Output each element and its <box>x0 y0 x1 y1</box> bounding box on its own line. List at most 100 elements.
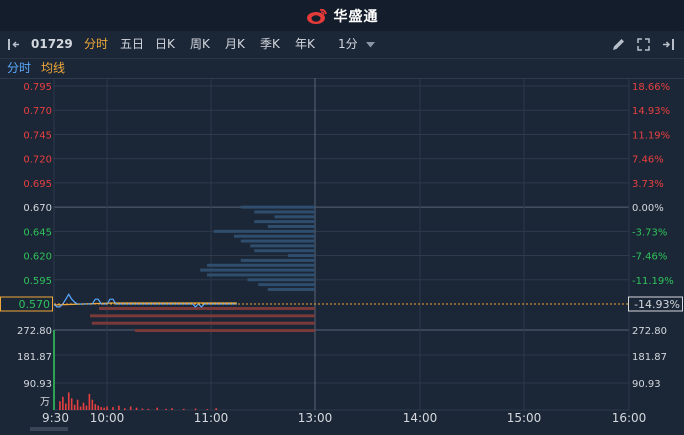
time-axis-label: 11:00 <box>194 411 229 425</box>
ask-depth-bar <box>234 234 315 238</box>
volume-bar <box>215 408 217 410</box>
percent-axis-label: -11.19% <box>632 276 674 287</box>
ask-depth-bar <box>254 220 315 224</box>
volume-bar <box>100 407 102 410</box>
volume-bar <box>112 407 114 410</box>
volume-bar <box>165 408 167 410</box>
time-axis-label: 9:30 <box>42 411 69 425</box>
percent-axis-label: 14.93% <box>632 106 670 117</box>
volume-bar <box>53 330 55 410</box>
current-percent-label: -14.93% <box>634 298 680 311</box>
volume-bar <box>79 406 82 410</box>
volume-unit-label: 万 <box>40 397 50 408</box>
bid-depth-bar <box>135 329 315 333</box>
volume-bar <box>91 399 94 410</box>
percent-axis-label: 7.46% <box>632 155 664 166</box>
tab-daily-k[interactable]: 日K <box>155 31 175 58</box>
volume-bar <box>64 403 67 410</box>
volume-bar <box>147 408 150 410</box>
price-axis-label: 0.695 <box>23 179 52 190</box>
percent-axis-label: 0.00% <box>632 203 664 214</box>
interval-value: 1分 <box>338 37 358 51</box>
expand-icon[interactable] <box>635 36 652 53</box>
brand-name: 华盛通 <box>333 8 379 25</box>
time-axis-label: 13:00 <box>298 411 333 425</box>
collapse-sidebar-icon[interactable] <box>6 36 23 53</box>
volume-bar <box>59 401 61 410</box>
volume-bar <box>156 407 159 410</box>
volume-bar <box>106 406 108 410</box>
volume-bar <box>141 408 144 410</box>
volume-bar <box>171 408 173 410</box>
percent-axis-label: 18.66% <box>632 82 670 93</box>
ask-depth-bar <box>207 273 315 277</box>
brand: 华盛通 <box>0 0 684 31</box>
ask-depth-bar <box>250 244 315 248</box>
volume-bar <box>82 402 85 410</box>
tab-yearly-k[interactable]: 年K <box>295 31 315 58</box>
volume-bar <box>88 393 91 410</box>
ask-depth-bar <box>213 229 315 233</box>
ask-depth-bar <box>240 258 315 262</box>
ask-depth-bar <box>267 287 315 291</box>
intraday-chart[interactable]: 0.795 0.770 0.745 0.720 0.695 0.670 0.645 0.620… <box>0 78 684 431</box>
volume-bar <box>206 409 209 410</box>
time-axis-label: 16:00 <box>612 411 647 425</box>
bid-depth-bar <box>91 321 315 325</box>
volume-axis-label: 272.80 <box>17 326 52 337</box>
tab-intraday[interactable]: 分时 <box>84 31 108 58</box>
time-axis-label: 14:00 <box>403 411 438 425</box>
intraday-chart-svg: 0.795 0.770 0.745 0.720 0.695 0.670 0.645 0.620… <box>0 78 684 431</box>
chart-legend: 分时 均线 <box>0 59 684 78</box>
volume-axis-right-label: 272.80 <box>632 326 667 337</box>
volume-bar <box>94 404 97 410</box>
tab-quarterly-k[interactable]: 季K <box>260 31 280 58</box>
volume-axis-right-label: 181.87 <box>632 352 667 363</box>
ask-depth-bar <box>258 283 315 287</box>
volume-axis-right-label: 90.93 <box>632 379 661 390</box>
stock-code: 01729 <box>31 37 73 51</box>
ask-depth-bar <box>247 278 315 282</box>
tab-monthly-k[interactable]: 月K <box>225 31 245 58</box>
interval-select[interactable]: 1分 <box>338 31 376 58</box>
volume-bar <box>135 407 138 410</box>
pencil-icon[interactable] <box>610 36 627 53</box>
volume-axis-label: 90.93 <box>23 379 52 390</box>
volume-bar <box>62 396 64 410</box>
ask-depth-bar <box>267 224 315 228</box>
ask-depth-bar <box>240 205 315 209</box>
tab-weekly-k[interactable]: 周K <box>190 31 210 58</box>
intraday-price-line <box>53 293 237 308</box>
volume-bar <box>67 392 70 410</box>
volume-bar <box>129 406 132 410</box>
time-axis-label: 10:00 <box>90 411 125 425</box>
price-axis-label: 0.795 <box>23 82 52 93</box>
price-axis-label: 0.770 <box>23 106 52 117</box>
price-axis-label: 0.595 <box>23 276 52 287</box>
percent-axis-label: -3.73% <box>632 227 667 238</box>
current-price-label: 0.570 <box>19 298 51 311</box>
expand-sidebar-icon[interactable] <box>660 36 677 53</box>
volume-bar <box>76 399 79 410</box>
ask-depth-bar <box>200 268 315 272</box>
volume-bar <box>123 408 126 410</box>
price-axis-label: 0.720 <box>23 155 52 166</box>
volume-bar <box>73 404 76 410</box>
ask-depth-bar <box>240 239 315 243</box>
price-axis-label: 0.620 <box>23 252 52 263</box>
tab-five-day[interactable]: 五日 <box>120 31 144 58</box>
volume-bar <box>97 405 100 410</box>
legend-price-line: 分时 <box>7 61 32 75</box>
volume-bar <box>182 408 185 410</box>
ask-depth-bar <box>254 210 315 214</box>
chevron-down-icon <box>366 42 376 48</box>
volume-bar <box>194 408 197 410</box>
chart-toolbar: 01729 分时 五日 日K 周K 月K 季K 年K 1分 <box>0 31 684 59</box>
percent-axis-label: 11.19% <box>632 130 670 141</box>
ask-depth-bar <box>288 254 315 258</box>
volume-bar <box>103 407 105 410</box>
time-scroll-handle[interactable] <box>30 427 68 431</box>
ask-depth-bar <box>207 263 315 267</box>
volume-axis-label: 181.87 <box>17 352 52 363</box>
ask-depth-bar <box>274 215 315 219</box>
